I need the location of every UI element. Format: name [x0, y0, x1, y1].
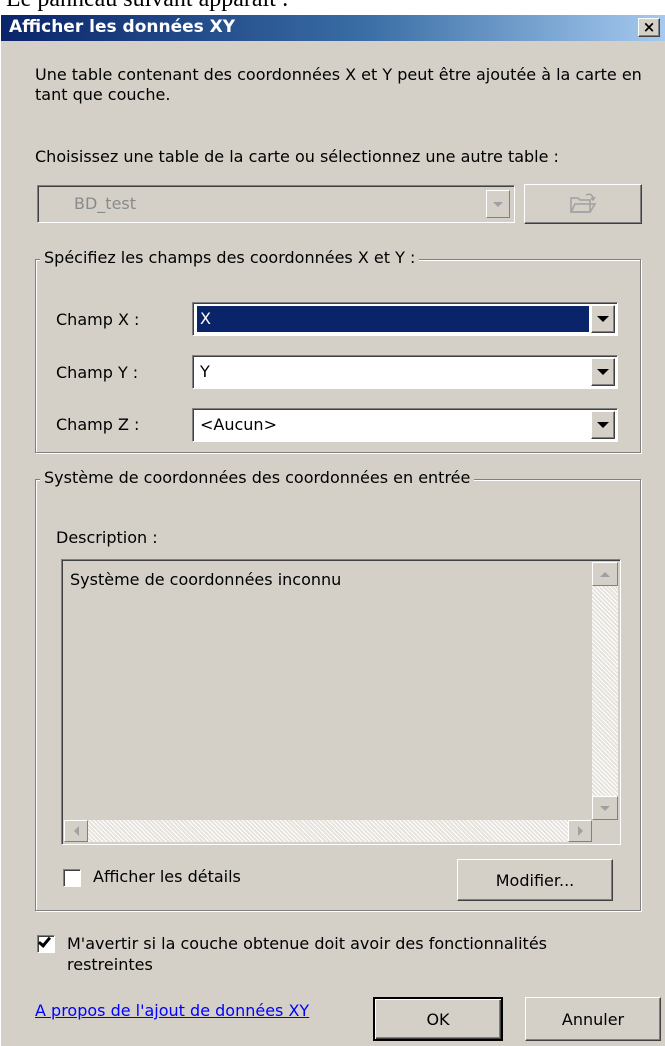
- scroll-left-button[interactable]: [64, 820, 88, 842]
- window-title: Afficher les données XY: [9, 17, 236, 37]
- field-z-arrow[interactable]: [591, 411, 615, 439]
- browse-table-button[interactable]: [524, 184, 642, 224]
- chevron-down-icon: [597, 369, 609, 375]
- modify-button[interactable]: Modifier...: [457, 859, 613, 901]
- vertical-scrollbar[interactable]: [592, 562, 618, 820]
- help-link[interactable]: A propos de l'ajout de données XY: [35, 1001, 309, 1020]
- field-x-label: Champ X :: [56, 310, 140, 329]
- table-select[interactable]: BD_test: [37, 185, 515, 223]
- horizontal-scrollbar[interactable]: [64, 820, 592, 842]
- field-y-label: Champ Y :: [56, 363, 139, 382]
- open-folder-icon: [569, 193, 597, 213]
- field-z-value: <Aucun>: [200, 415, 277, 434]
- warn-restrictions-label: M'avertir si la couche obtenue doit avoi…: [67, 934, 547, 974]
- field-x-arrow[interactable]: [591, 305, 615, 333]
- arrow-right-icon: [577, 826, 583, 836]
- coordinate-group-legend: Système de coordonnées des coordonnées e…: [40, 468, 475, 487]
- xy-data-dialog: Afficher les données XY × Une table cont…: [0, 14, 665, 1046]
- field-x-select[interactable]: X: [192, 302, 618, 336]
- table-select-arrow[interactable]: [486, 190, 510, 218]
- cancel-button[interactable]: Annuler: [525, 997, 661, 1041]
- close-icon: ×: [642, 18, 656, 36]
- scroll-right-button[interactable]: [568, 820, 592, 842]
- field-x-value: X: [197, 306, 589, 332]
- title-bar[interactable]: Afficher les données XY ×: [1, 15, 665, 41]
- ok-button[interactable]: OK: [373, 997, 503, 1041]
- table-select-value: BD_test: [74, 194, 137, 213]
- scroll-corner: [592, 820, 618, 842]
- chevron-down-icon: [597, 316, 609, 322]
- fields-group-legend: Spécifiez les champs des coordonnées X e…: [40, 248, 420, 267]
- show-details-label: Afficher les détails: [93, 867, 241, 886]
- show-details-checkbox[interactable]: [63, 869, 81, 887]
- chevron-down-icon: [493, 201, 503, 207]
- intro-text: Une table contenant des coordonnées X et…: [35, 65, 642, 104]
- arrow-up-icon: [600, 571, 610, 577]
- description-text: Système de coordonnées inconnu: [70, 570, 342, 589]
- description-label: Description :: [56, 528, 158, 547]
- chevron-down-icon: [597, 422, 609, 428]
- field-z-select[interactable]: <Aucun>: [192, 408, 618, 442]
- scroll-up-button[interactable]: [592, 562, 618, 586]
- arrow-down-icon: [600, 805, 610, 811]
- checkmark-icon: [37, 934, 52, 948]
- close-button[interactable]: ×: [638, 18, 660, 37]
- warn-restrictions-checkbox[interactable]: [37, 934, 55, 953]
- field-y-value: Y: [200, 362, 210, 381]
- fields-groupbox: Spécifiez les champs des coordonnées X e…: [35, 248, 641, 453]
- arrow-left-icon: [73, 826, 79, 836]
- scroll-down-button[interactable]: [592, 796, 618, 820]
- description-textarea[interactable]: Système de coordonnées inconnu: [61, 559, 621, 845]
- field-y-arrow[interactable]: [591, 358, 615, 386]
- table-prompt: Choisissez une table de la carte ou séle…: [35, 147, 559, 166]
- field-y-select[interactable]: Y: [192, 355, 618, 389]
- field-z-label: Champ Z :: [56, 415, 140, 434]
